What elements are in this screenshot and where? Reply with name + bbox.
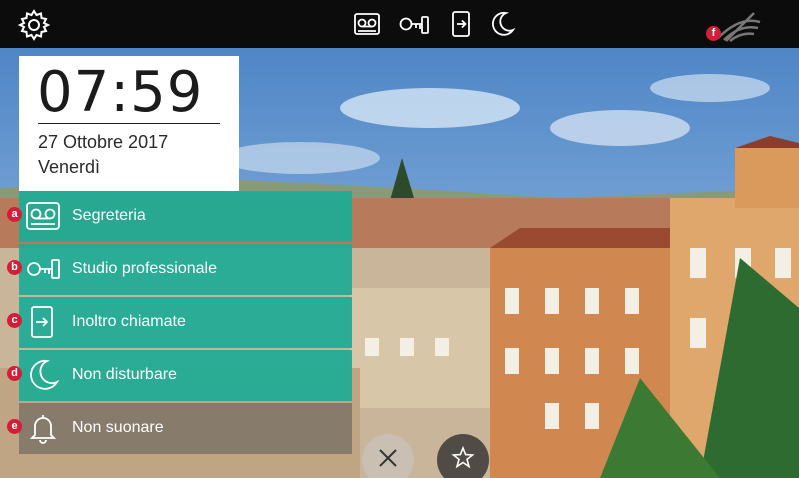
menu-item-non-disturbare[interactable]: d Non disturbare (7, 350, 352, 401)
voicemail-icon (25, 199, 61, 233)
call-forward-icon[interactable] (448, 10, 476, 38)
menu-item-label: Segreteria (72, 207, 146, 224)
item-badge: a (7, 207, 22, 222)
close-button[interactable] (362, 434, 414, 478)
key-icon (25, 252, 61, 286)
clock-time: 07:59 (37, 60, 204, 125)
menu-item-label: Non suonare (72, 419, 164, 436)
menu-item-inoltro-chiamate[interactable]: c Inoltro chiamate (7, 297, 352, 348)
menu-item-studio-professionale[interactable]: b Studio professionale (7, 244, 352, 295)
clock-day: Venerdì (38, 157, 101, 177)
clock-date: 27 Ottobre 2017 (38, 132, 169, 152)
moon-icon[interactable] (488, 10, 516, 38)
menu-item-label: Studio professionale (72, 260, 217, 277)
status-badge: f (706, 26, 721, 41)
key-icon[interactable] (398, 10, 430, 38)
star-icon (451, 446, 475, 469)
voicemail-icon[interactable] (353, 10, 381, 38)
function-menu: a Segreteria b Studio professionale c In… (7, 191, 352, 456)
item-badge: d (7, 366, 22, 381)
top-bar: f (0, 0, 799, 48)
moon-icon (25, 358, 61, 392)
menu-item-label: Inoltro chiamate (72, 313, 186, 330)
menu-item-non-suonare[interactable]: e Non suonare (7, 403, 352, 454)
item-badge: c (7, 313, 22, 328)
close-icon (379, 449, 397, 467)
menu-item-segreteria[interactable]: a Segreteria (7, 191, 352, 242)
item-badge: e (7, 419, 22, 434)
menu-item-label: Non disturbare (72, 366, 177, 383)
gear-icon[interactable] (17, 8, 51, 42)
clock-widget: 07:59 27 Ottobre 2017 Venerdì (19, 56, 239, 191)
favorites-button[interactable] (437, 434, 489, 478)
item-badge: b (7, 260, 22, 275)
call-forward-icon (25, 305, 61, 339)
bell-icon (25, 411, 61, 445)
divider (38, 123, 220, 124)
